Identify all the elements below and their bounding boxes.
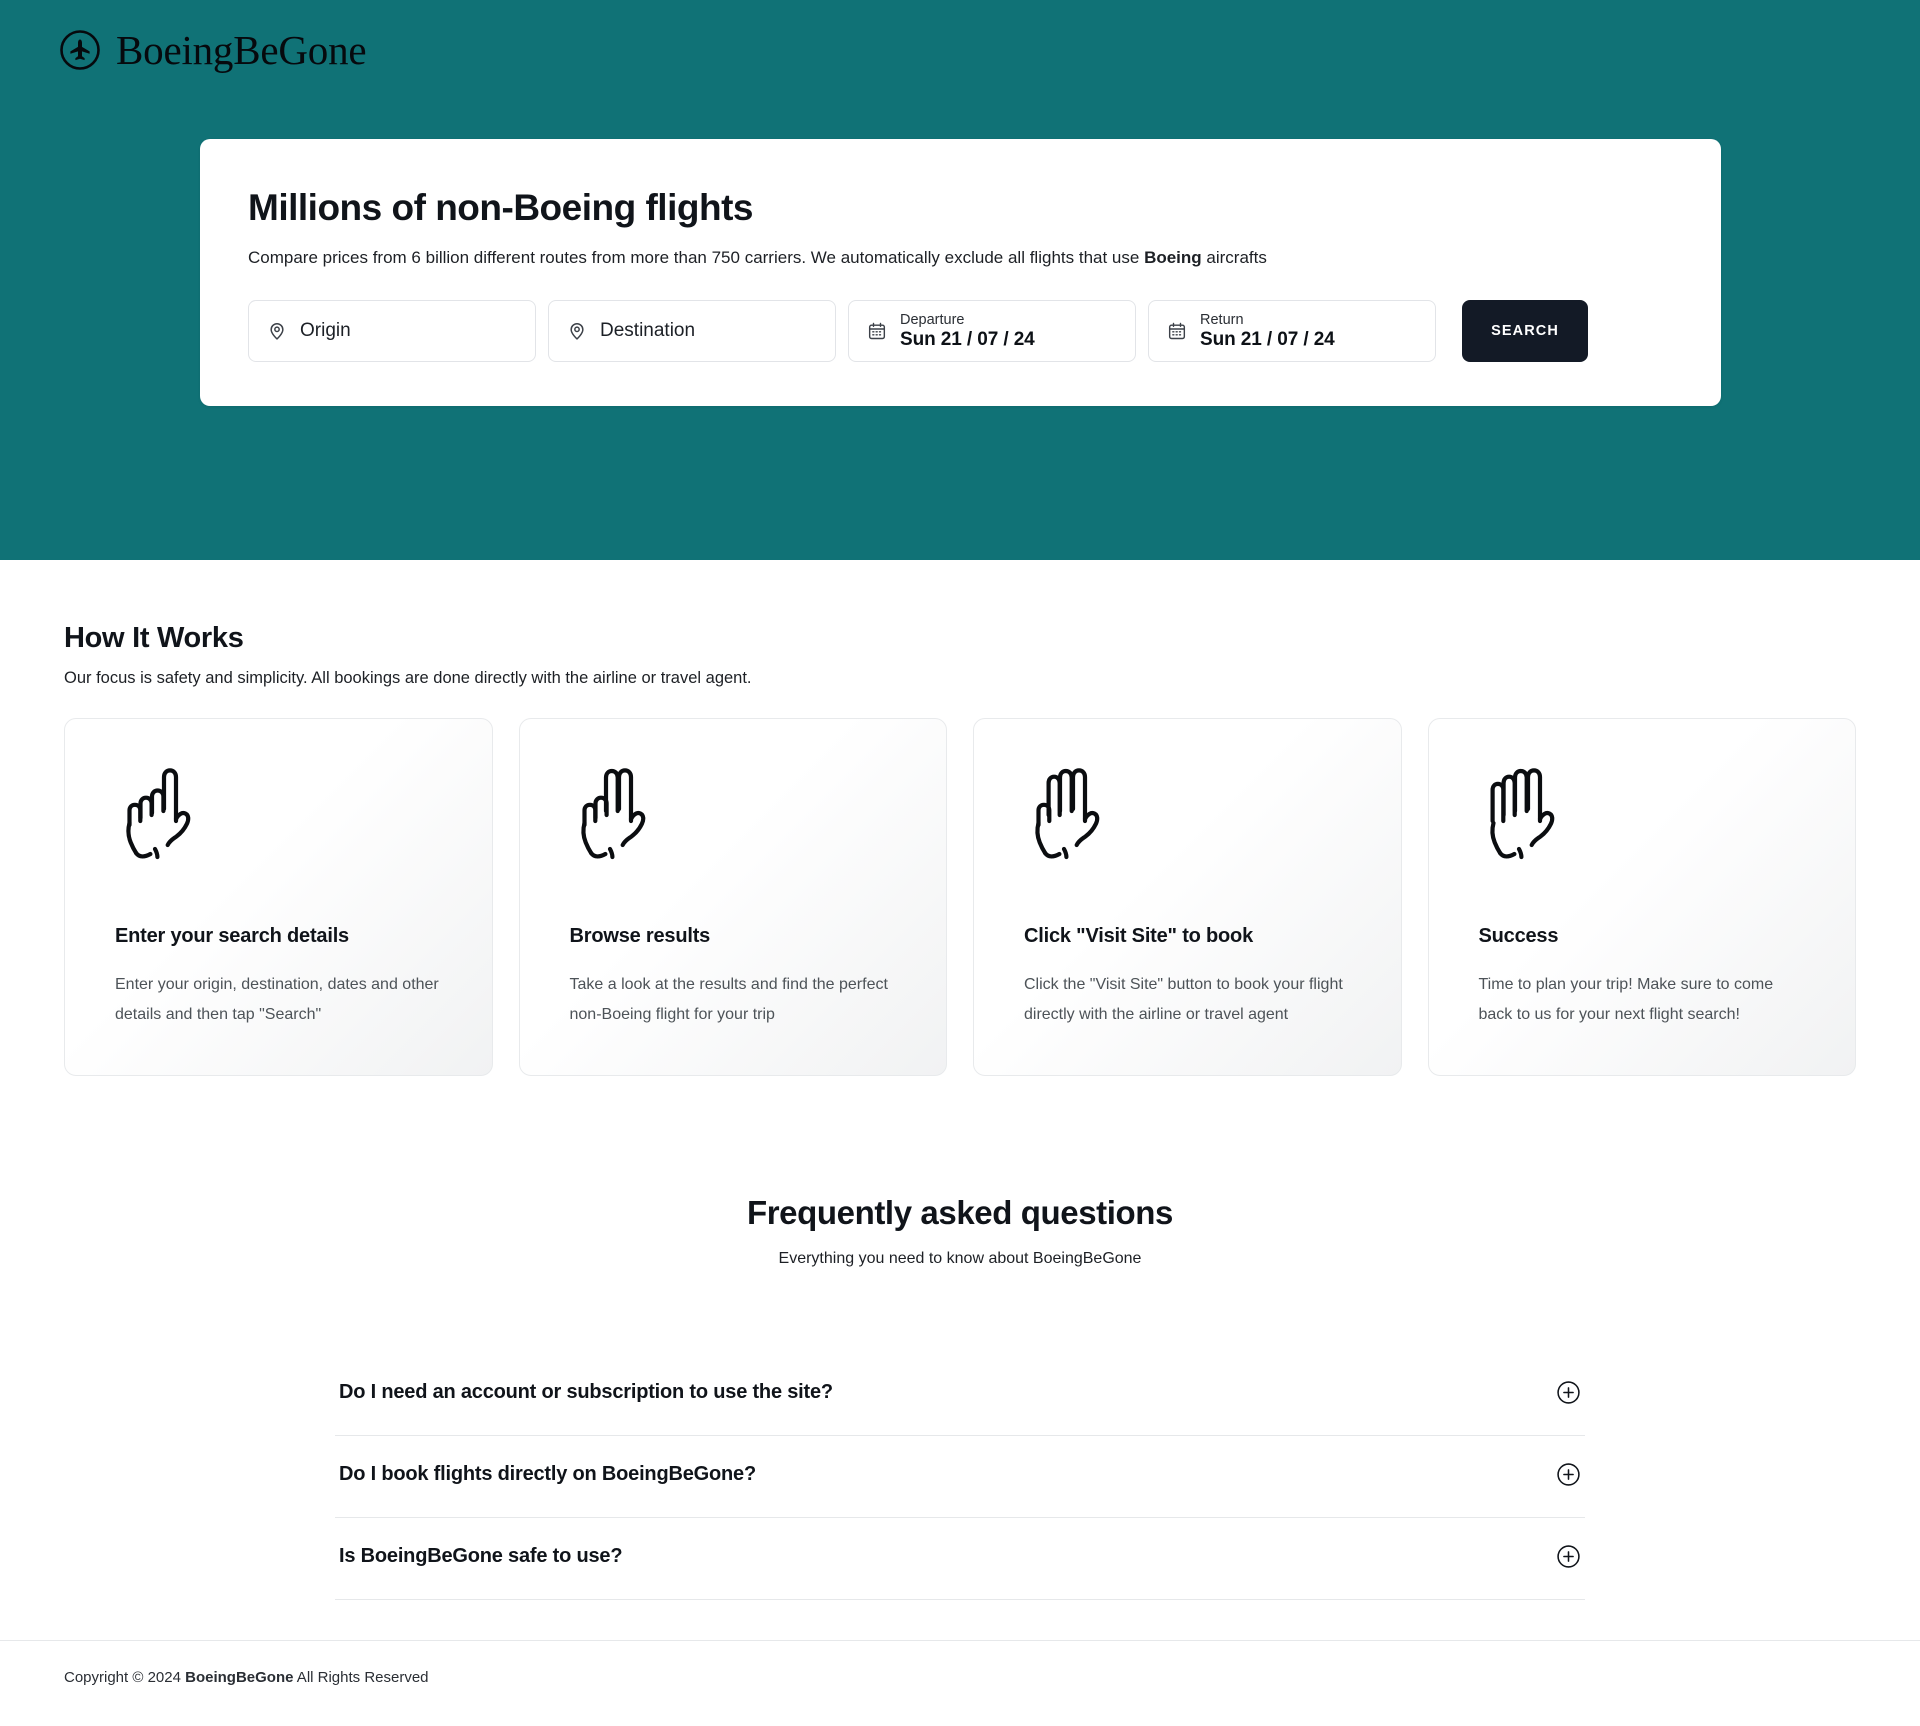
hero-section: BoeingBeGone Millions of non-Boeing flig…	[0, 0, 1920, 560]
calendar-icon	[1167, 321, 1187, 341]
how-it-works-card: Browse results Take a look at the result…	[518, 718, 947, 1077]
departure-label: Departure	[900, 311, 965, 328]
plus-circle-icon[interactable]	[1556, 1544, 1581, 1569]
flight-search-card: Millions of non-Boeing flights Compare p…	[200, 139, 1721, 407]
faq-item[interactable]: Is BoeingBeGone safe to use?	[335, 1518, 1585, 1601]
departure-date-value-group: Departure Sun 21 / 07 / 24	[900, 312, 1035, 351]
faq-question: Do I need an account or subscription to …	[339, 1381, 833, 1404]
return-date-input[interactable]: Return Sun 21 / 07 / 24	[1148, 300, 1436, 363]
return-value: Sun 21 / 07 / 24	[1200, 328, 1335, 350]
copyright-prefix: Copyright © 2024	[64, 1669, 186, 1687]
plus-circle-icon[interactable]	[1556, 1462, 1581, 1487]
hero-title: Millions of non-Boeing flights	[248, 187, 753, 228]
hero-subtitle-part2: aircrafts	[1201, 247, 1267, 267]
faq-section: Frequently asked questions Everything yo…	[0, 1076, 1920, 1601]
faq-subtitle: Everything you need to know about Boeing…	[778, 1250, 1142, 1268]
hero-subtitle-bold: Boeing	[1144, 247, 1202, 267]
how-it-works-card: Enter your search details Enter your ori…	[64, 718, 493, 1077]
faq-item[interactable]: Do I book flights directly on BoeingBeGo…	[335, 1436, 1585, 1519]
departure-date-input[interactable]: Departure Sun 21 / 07 / 24	[848, 300, 1136, 363]
search-button[interactable]: SEARCH	[1462, 300, 1588, 363]
plus-circle-icon[interactable]	[1556, 1380, 1581, 1405]
destination-placeholder: Destination	[600, 320, 696, 342]
faq-question: Is BoeingBeGone safe to use?	[339, 1545, 623, 1568]
card-title: Success	[1478, 925, 1559, 947]
hand-four-fingers-icon	[1479, 763, 1806, 863]
how-it-works-section: How It Works Our focus is safety and sim…	[0, 560, 1920, 1077]
faq-title: Frequently asked questions	[746, 1194, 1174, 1232]
card-title: Enter your search details	[115, 925, 349, 947]
faq-item[interactable]: Do I need an account or subscription to …	[335, 1354, 1585, 1437]
destination-input[interactable]: Destination	[548, 300, 836, 363]
hero-subtitle: Compare prices from 6 billion different …	[248, 246, 1673, 271]
hand-one-finger-icon	[115, 763, 442, 863]
copyright-text: Copyright © 2024 BoeingBeGone All Rights…	[64, 1669, 1856, 1686]
map-pin-icon	[267, 321, 287, 341]
brand-logo[interactable]: BoeingBeGone	[58, 26, 367, 73]
hand-three-fingers-icon	[1024, 763, 1351, 863]
hand-two-fingers-icon	[570, 763, 897, 863]
card-description: Time to plan your trip! Make sure to com…	[1478, 976, 1774, 1023]
how-it-works-card: Success Time to plan your trip! Make sur…	[1427, 718, 1856, 1077]
origin-input[interactable]: Origin	[248, 300, 536, 363]
return-date-value-group: Return Sun 21 / 07 / 24	[1200, 312, 1335, 351]
how-it-works-title: How It Works	[64, 622, 244, 654]
hero-subtitle-part1: Compare prices from 6 billion different …	[248, 247, 1145, 267]
card-title: Browse results	[569, 925, 711, 947]
card-title: Click "Visit Site" to book	[1024, 925, 1253, 947]
how-it-works-subtitle: Our focus is safety and simplicity. All …	[64, 669, 752, 687]
plane-in-circle-icon	[58, 28, 102, 72]
footer-brand-name: BoeingBeGone	[185, 1669, 294, 1687]
how-it-works-card: Click "Visit Site" to book Click the "Vi…	[973, 718, 1402, 1077]
card-description: Take a look at the results and find the …	[569, 976, 888, 1023]
map-pin-icon	[567, 321, 587, 341]
how-it-works-cards: Enter your search details Enter your ori…	[64, 718, 1856, 1077]
card-description: Click the "Visit Site" button to book yo…	[1024, 976, 1343, 1023]
calendar-icon	[867, 321, 887, 341]
return-label: Return	[1200, 311, 1244, 328]
search-form: Origin Destination Departure Sun 21 / 07…	[248, 300, 1673, 363]
departure-value: Sun 21 / 07 / 24	[900, 328, 1035, 350]
faq-question: Do I book flights directly on BoeingBeGo…	[339, 1463, 756, 1486]
page-footer: Copyright © 2024 BoeingBeGone All Rights…	[0, 1640, 1920, 1716]
brand-name: BoeingBeGone	[116, 26, 367, 73]
origin-placeholder: Origin	[300, 320, 351, 342]
copyright-suffix: All Rights Reserved	[293, 1669, 429, 1687]
faq-list: Do I need an account or subscription to …	[335, 1354, 1585, 1601]
card-description: Enter your origin, destination, dates an…	[115, 976, 439, 1023]
